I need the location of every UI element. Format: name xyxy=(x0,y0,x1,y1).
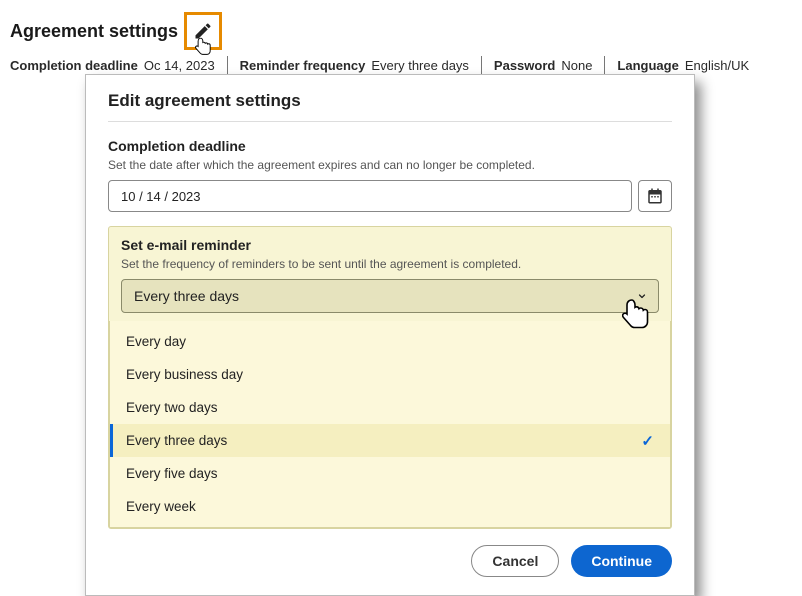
summary-reminder-label: Reminder frequency xyxy=(240,58,366,73)
cancel-button[interactable]: Cancel xyxy=(471,545,559,577)
summary-password-value: None xyxy=(561,58,592,73)
continue-button[interactable]: Continue xyxy=(571,545,672,577)
option-label: Every week xyxy=(126,499,196,514)
summary-language-label: Language xyxy=(617,58,678,73)
option-label: Every three days xyxy=(126,433,227,448)
reminder-selected-label: Every three days xyxy=(134,288,239,304)
calendar-button[interactable] xyxy=(638,180,672,212)
option-every-week[interactable]: Every week xyxy=(110,490,670,523)
summary-language-value: English/UK xyxy=(685,58,749,73)
option-every-five-days[interactable]: Every five days xyxy=(110,457,670,490)
deadline-date-input[interactable]: 10 / 14 / 2023 xyxy=(108,180,632,212)
option-every-three-days[interactable]: Every three days ✓ xyxy=(110,424,670,457)
divider xyxy=(604,56,605,74)
cancel-button-label: Cancel xyxy=(492,553,538,569)
chevron-down-icon xyxy=(636,290,648,302)
deadline-section-help: Set the date after which the agreement e… xyxy=(108,158,672,172)
continue-button-label: Continue xyxy=(591,553,652,569)
option-label: Every day xyxy=(126,334,186,349)
divider xyxy=(481,56,482,74)
deadline-section-label: Completion deadline xyxy=(108,138,672,154)
reminder-dropdown: Every day Every business day Every two d… xyxy=(109,321,671,528)
option-every-business-day[interactable]: Every business day xyxy=(110,358,670,391)
edit-settings-dialog: Edit agreement settings Completion deadl… xyxy=(85,74,695,596)
option-every-two-days[interactable]: Every two days xyxy=(110,391,670,424)
page-title: Agreement settings xyxy=(10,21,178,42)
option-every-day[interactable]: Every day xyxy=(110,325,670,358)
option-label: Every two days xyxy=(126,400,218,415)
option-label: Every business day xyxy=(126,367,243,382)
dialog-title: Edit agreement settings xyxy=(108,91,672,122)
reminder-frequency-select[interactable]: Every three days xyxy=(121,279,659,313)
summary-password-label: Password xyxy=(494,58,555,73)
pencil-icon xyxy=(193,21,213,41)
deadline-date-value: 10 / 14 / 2023 xyxy=(121,189,201,204)
divider xyxy=(227,56,228,74)
reminder-section-label: Set e-mail reminder xyxy=(121,237,659,253)
summary-deadline-value: Oc 14, 2023 xyxy=(144,58,215,73)
summary-row: Completion deadline Oc 14, 2023 Reminder… xyxy=(10,56,792,74)
reminder-section-help: Set the frequency of reminders to be sen… xyxy=(121,257,659,271)
calendar-icon xyxy=(646,187,664,205)
summary-reminder-value: Every three days xyxy=(371,58,469,73)
summary-deadline-label: Completion deadline xyxy=(10,58,138,73)
check-icon: ✓ xyxy=(641,432,654,450)
option-label: Every five days xyxy=(126,466,218,481)
edit-agreement-settings-button[interactable] xyxy=(184,12,222,50)
